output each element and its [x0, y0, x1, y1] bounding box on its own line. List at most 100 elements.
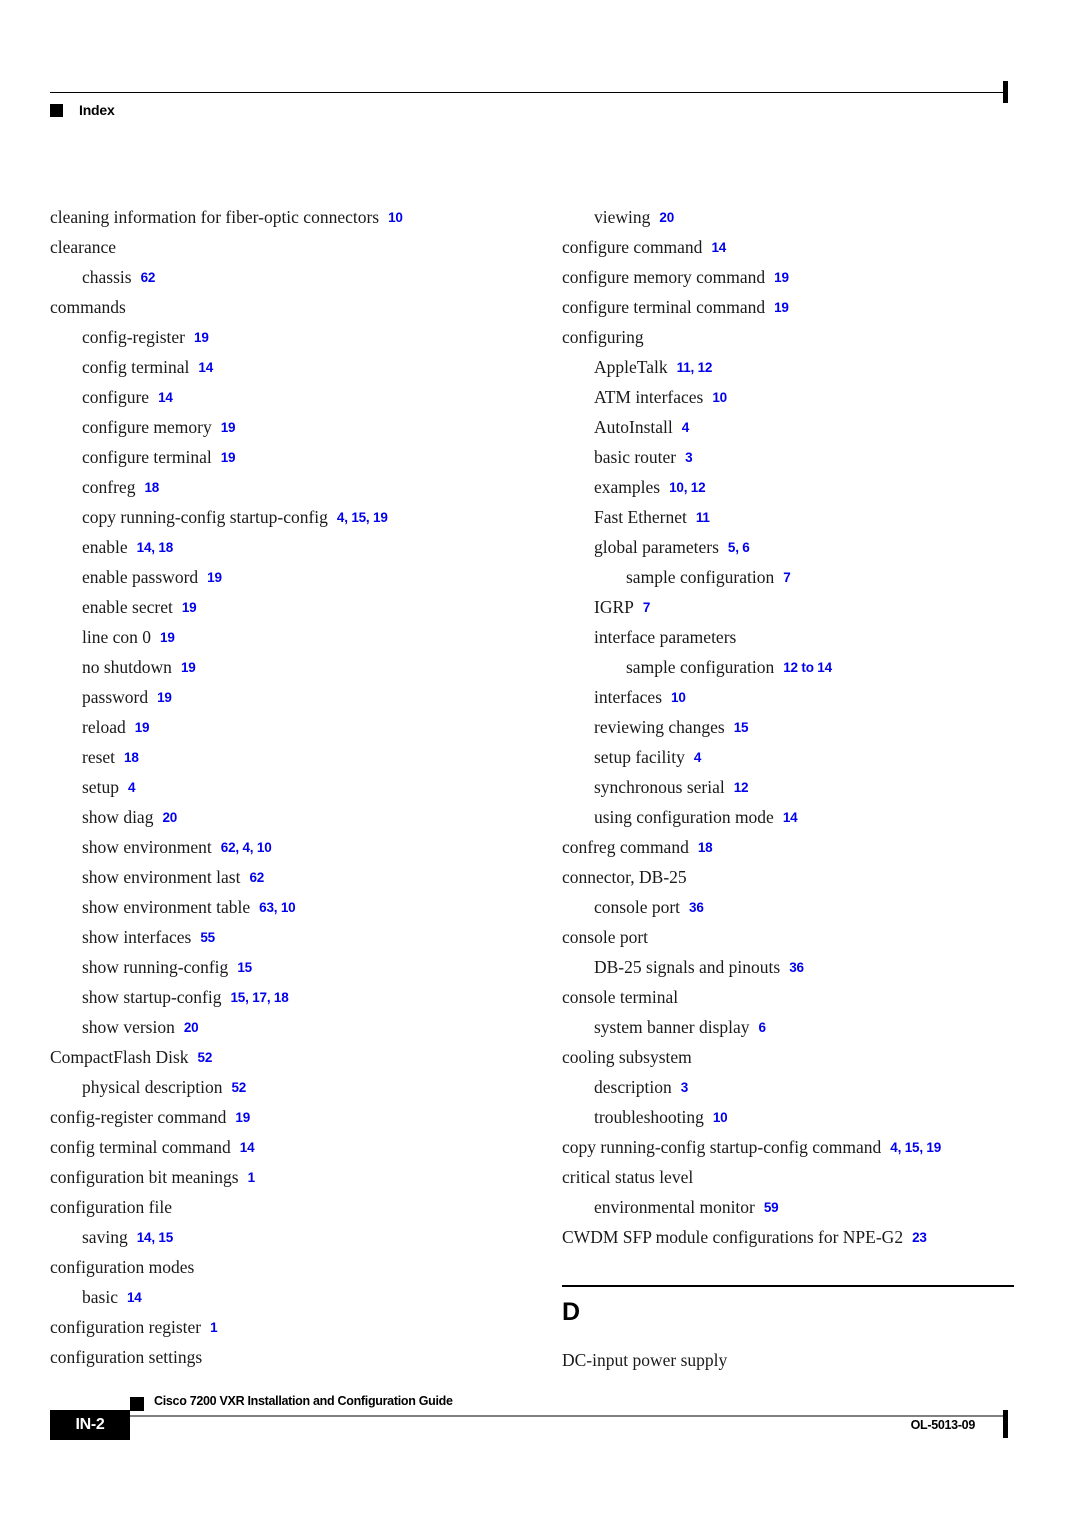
- index-entry-page-numbers[interactable]: 19: [135, 720, 150, 735]
- index-entry-page-numbers[interactable]: 4: [128, 780, 136, 795]
- index-entry: IGRP 7: [562, 592, 1032, 622]
- index-entry-page-numbers[interactable]: 62: [141, 270, 156, 285]
- index-entry-term: console port: [594, 897, 681, 917]
- index-entry-page-numbers[interactable]: 6: [759, 1020, 767, 1035]
- index-entry-page-numbers[interactable]: 4, 15, 19: [337, 510, 388, 525]
- index-entry-page-numbers[interactable]: 19: [157, 690, 172, 705]
- index-entry: confreg command 18: [562, 832, 1032, 862]
- index-entry-page-numbers[interactable]: 14: [783, 810, 798, 825]
- index-entry-page-numbers[interactable]: 4, 15, 19: [890, 1140, 941, 1155]
- index-entry-page-numbers[interactable]: 19: [160, 630, 175, 645]
- index-entry-term: interface parameters: [594, 627, 737, 647]
- index-entry-page-numbers[interactable]: 3: [681, 1080, 689, 1095]
- index-entry-page-numbers[interactable]: 10: [713, 1110, 728, 1125]
- index-entry: no shutdown 19: [50, 652, 520, 682]
- index-entry: description 3: [562, 1072, 1032, 1102]
- index-entry: environmental monitor 59: [562, 1192, 1032, 1222]
- index-entry-page-numbers[interactable]: 14: [127, 1290, 142, 1305]
- index-entry-page-numbers[interactable]: 11: [696, 510, 710, 525]
- index-entry-term: chassis: [82, 267, 132, 287]
- index-entry-term: system banner display: [594, 1017, 750, 1037]
- index-entry: line con 0 19: [50, 622, 520, 652]
- index-entry-term: configure command: [562, 237, 703, 257]
- index-entry: troubleshooting 10: [562, 1102, 1032, 1132]
- index-entry-term: DB-25 signals and pinouts: [594, 957, 781, 977]
- index-entry: enable password 19: [50, 562, 520, 592]
- index-entry-page-numbers[interactable]: 19: [774, 270, 789, 285]
- index-entry-page-numbers[interactable]: 14: [198, 360, 213, 375]
- index-entry-page-numbers[interactable]: 20: [184, 1020, 199, 1035]
- index-entry-page-numbers[interactable]: 10: [671, 690, 686, 705]
- index-entry: show interfaces 55: [50, 922, 520, 952]
- index-entry: copy running-config startup-config comma…: [562, 1132, 1032, 1162]
- index-entry-page-numbers[interactable]: 5, 6: [728, 540, 750, 555]
- index-entry-page-numbers[interactable]: 19: [221, 450, 236, 465]
- index-entry-page-numbers[interactable]: 14: [158, 390, 173, 405]
- index-entry-page-numbers[interactable]: 15: [734, 720, 749, 735]
- index-entry-term: console terminal: [562, 987, 679, 1007]
- index-entry-page-numbers[interactable]: 12 to 14: [783, 660, 832, 675]
- index-entry-term: copy running-config startup-config comma…: [562, 1137, 882, 1157]
- index-entry-page-numbers[interactable]: 1: [248, 1170, 256, 1185]
- index-entry-page-numbers[interactable]: 15, 17, 18: [231, 990, 289, 1005]
- index-entry-page-numbers[interactable]: 1: [210, 1320, 218, 1335]
- index-entry: commands: [50, 292, 520, 322]
- filled-square-icon: [130, 1397, 144, 1411]
- index-entry-page-numbers[interactable]: 62, 4, 10: [221, 840, 272, 855]
- index-entry: configure terminal 19: [50, 442, 520, 472]
- index-entry-term: line con 0: [82, 627, 152, 647]
- index-entry-page-numbers[interactable]: 19: [194, 330, 209, 345]
- index-entry: clearance: [50, 232, 520, 262]
- index-entry-page-numbers[interactable]: 14: [240, 1140, 255, 1155]
- index-entry: configuration register 1: [50, 1312, 520, 1342]
- index-entry-page-numbers[interactable]: 19: [774, 300, 789, 315]
- index-entry-page-numbers[interactable]: 23: [912, 1230, 927, 1245]
- index-entry-page-numbers[interactable]: 18: [698, 840, 713, 855]
- index-entry-page-numbers[interactable]: 19: [182, 600, 197, 615]
- index-entry-page-numbers[interactable]: 18: [144, 480, 159, 495]
- index-entry-term: console port: [562, 927, 649, 947]
- index-entry-page-numbers[interactable]: 63, 10: [259, 900, 296, 915]
- index-entry-page-numbers[interactable]: 19: [181, 660, 196, 675]
- index-entry-page-numbers[interactable]: 12: [734, 780, 749, 795]
- index-entry-page-numbers[interactable]: 7: [643, 600, 651, 615]
- index-entry-term: no shutdown: [82, 657, 172, 677]
- index-entry-page-numbers[interactable]: 20: [659, 210, 674, 225]
- index-entry-page-numbers[interactable]: 14: [711, 240, 726, 255]
- index-entry-page-numbers[interactable]: 14, 15: [137, 1230, 174, 1245]
- index-entry-page-numbers[interactable]: 52: [231, 1080, 246, 1095]
- index-entry-page-numbers[interactable]: 10: [388, 210, 403, 225]
- index-entry-page-numbers[interactable]: 10, 12: [669, 480, 706, 495]
- index-entry-page-numbers[interactable]: 3: [685, 450, 693, 465]
- index-entry-term: commands: [50, 297, 126, 317]
- index-entry-page-numbers[interactable]: 7: [783, 570, 791, 585]
- index-entry-page-numbers[interactable]: 14, 18: [137, 540, 174, 555]
- index-entry-page-numbers[interactable]: 52: [198, 1050, 213, 1065]
- index-entry-page-numbers[interactable]: 4: [694, 750, 702, 765]
- index-entry: show diag 20: [50, 802, 520, 832]
- index-entry-page-numbers[interactable]: 19: [207, 570, 222, 585]
- index-entry-page-numbers[interactable]: 19: [235, 1110, 250, 1125]
- index-entry-term: show version: [82, 1017, 175, 1037]
- index-entry-page-numbers[interactable]: 15: [237, 960, 252, 975]
- index-entry-page-numbers[interactable]: 36: [689, 900, 704, 915]
- index-entry: show environment table 63, 10: [50, 892, 520, 922]
- index-entry: config-register 19: [50, 322, 520, 352]
- index-entry: configure 14: [50, 382, 520, 412]
- index-entry: CWDM SFP module configurations for NPE-G…: [562, 1222, 1032, 1252]
- index-entry-page-numbers[interactable]: 59: [764, 1200, 779, 1215]
- index-entry-page-numbers[interactable]: 20: [162, 810, 177, 825]
- index-entry-term: enable: [82, 537, 128, 557]
- index-entry-page-numbers[interactable]: 62: [249, 870, 264, 885]
- index-entry-page-numbers[interactable]: 36: [789, 960, 804, 975]
- index-entry-page-numbers[interactable]: 11, 12: [677, 360, 713, 375]
- index-entry: enable 14, 18: [50, 532, 520, 562]
- index-entry-page-numbers[interactable]: 4: [682, 420, 690, 435]
- index-entry-page-numbers[interactable]: 18: [124, 750, 139, 765]
- index-entry-page-numbers[interactable]: 19: [221, 420, 236, 435]
- index-entry: reload 19: [50, 712, 520, 742]
- index-entry-page-numbers[interactable]: 55: [200, 930, 215, 945]
- index-entry-page-numbers[interactable]: 10: [712, 390, 727, 405]
- index-entry: config-register command 19: [50, 1102, 520, 1132]
